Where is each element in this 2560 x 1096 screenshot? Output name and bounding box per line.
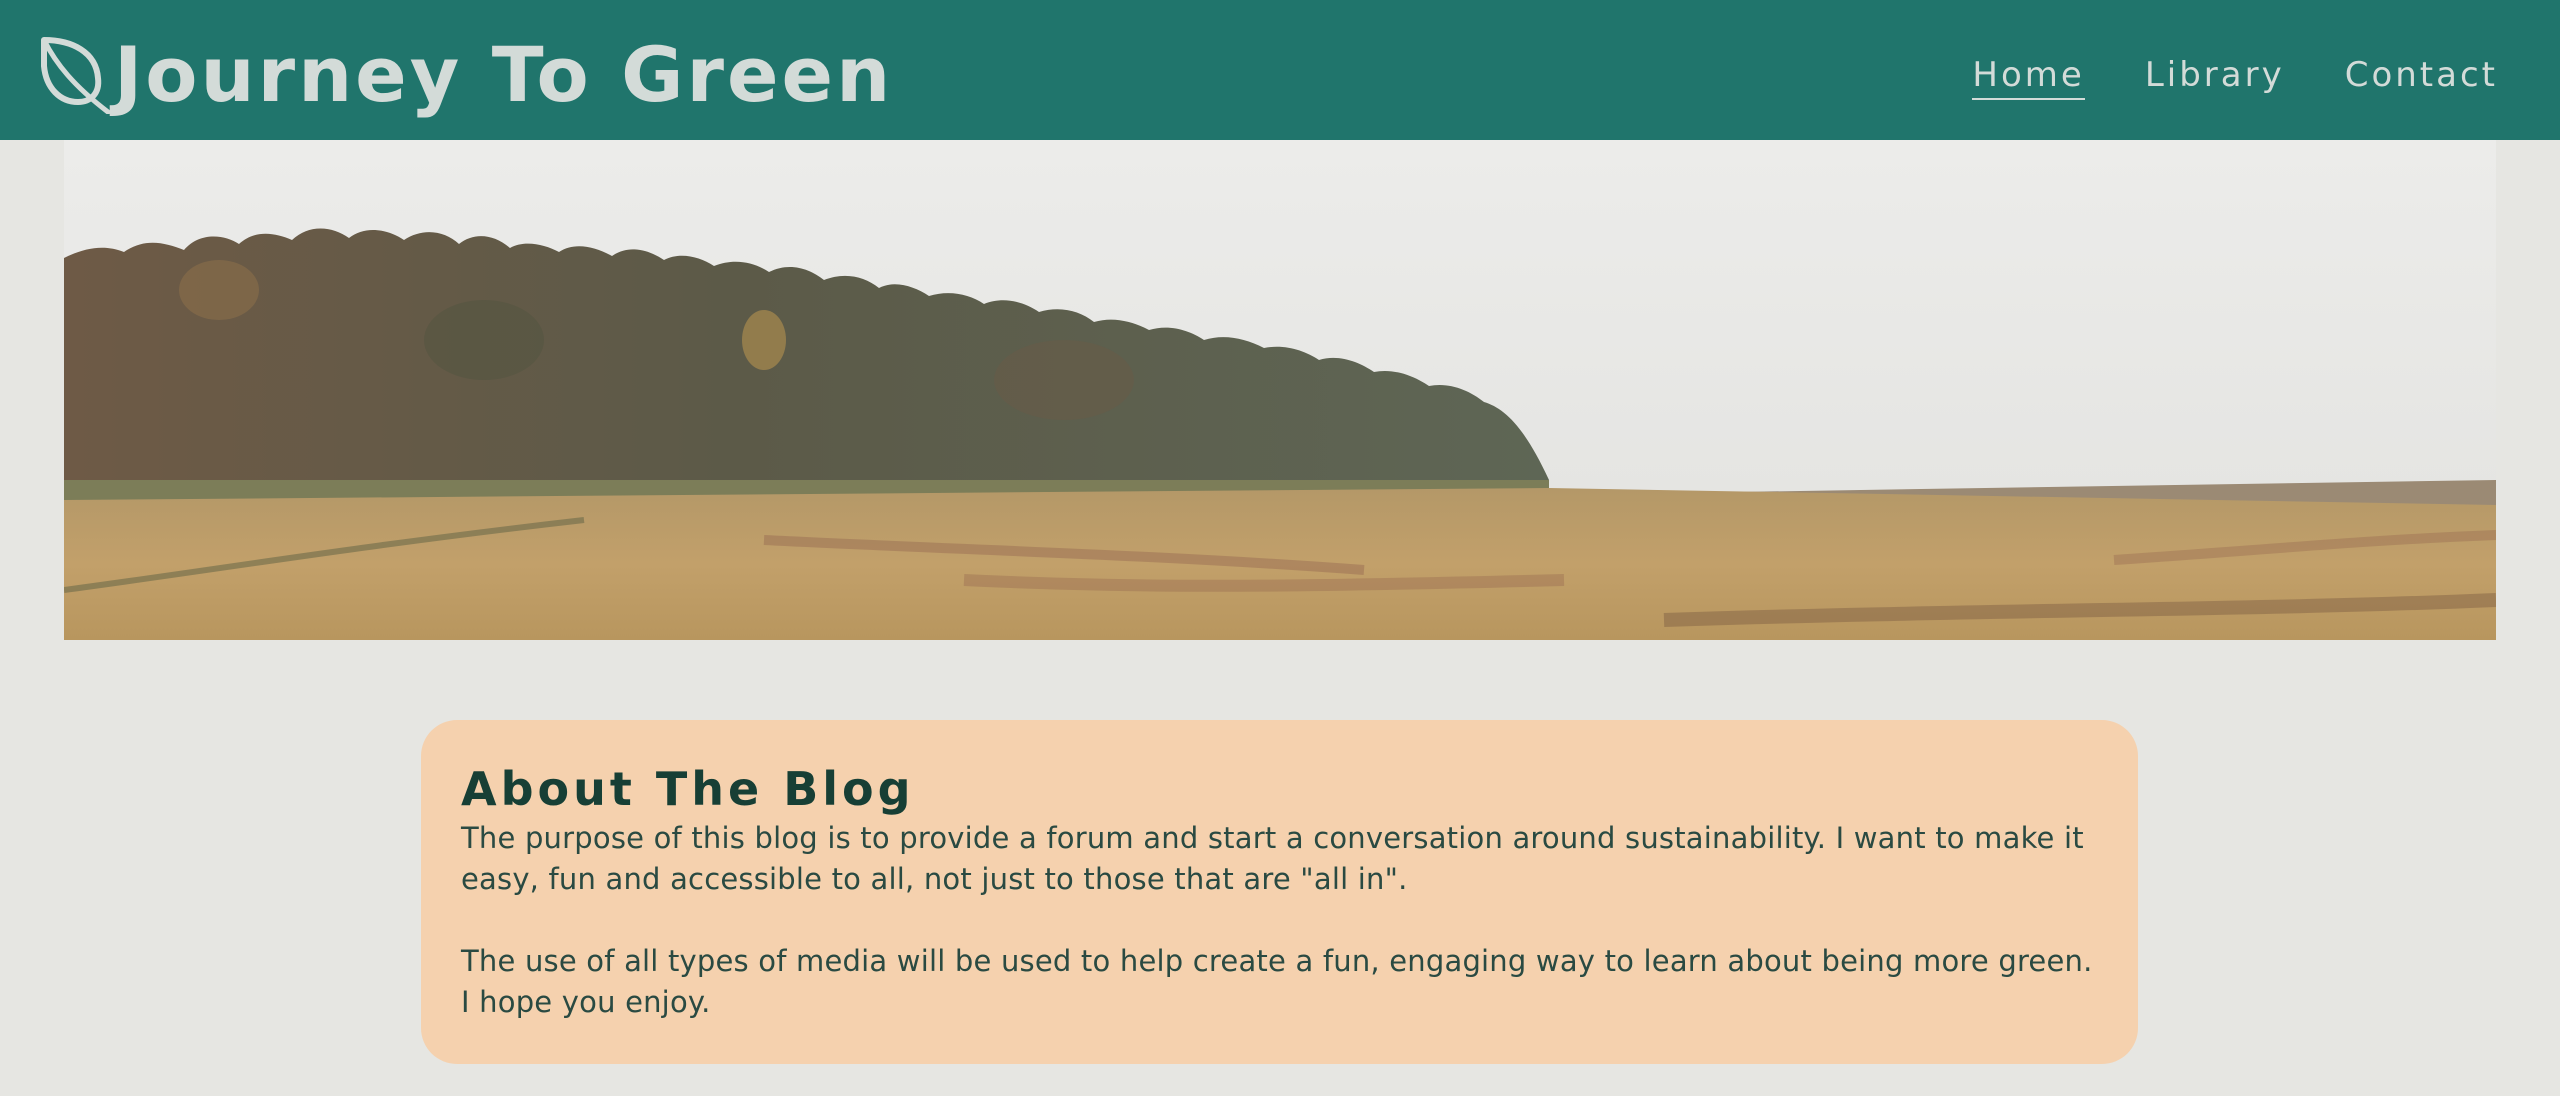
nav-link-contact[interactable]: Contact xyxy=(2345,52,2498,100)
about-paragraph: The use of all types of media will be us… xyxy=(461,944,2093,1019)
about-paragraph: The purpose of this blog is to provide a… xyxy=(461,821,2084,896)
brand[interactable]: Journey To Green xyxy=(38,34,893,116)
about-card: About The Blog The purpose of this blog … xyxy=(421,720,2138,1064)
leaf-icon xyxy=(41,37,111,114)
site-title: Journey To Green xyxy=(114,30,894,119)
nav-link-home[interactable]: Home xyxy=(1972,52,2085,100)
main-nav: Home Library Contact xyxy=(1972,52,2498,100)
hero-image xyxy=(64,140,2496,640)
landscape-photo xyxy=(64,140,2496,640)
about-title: About The Blog xyxy=(461,762,915,816)
site-header: Journey To Green Home Library Contact xyxy=(0,0,2560,140)
nav-link-library[interactable]: Library xyxy=(2145,52,2285,100)
